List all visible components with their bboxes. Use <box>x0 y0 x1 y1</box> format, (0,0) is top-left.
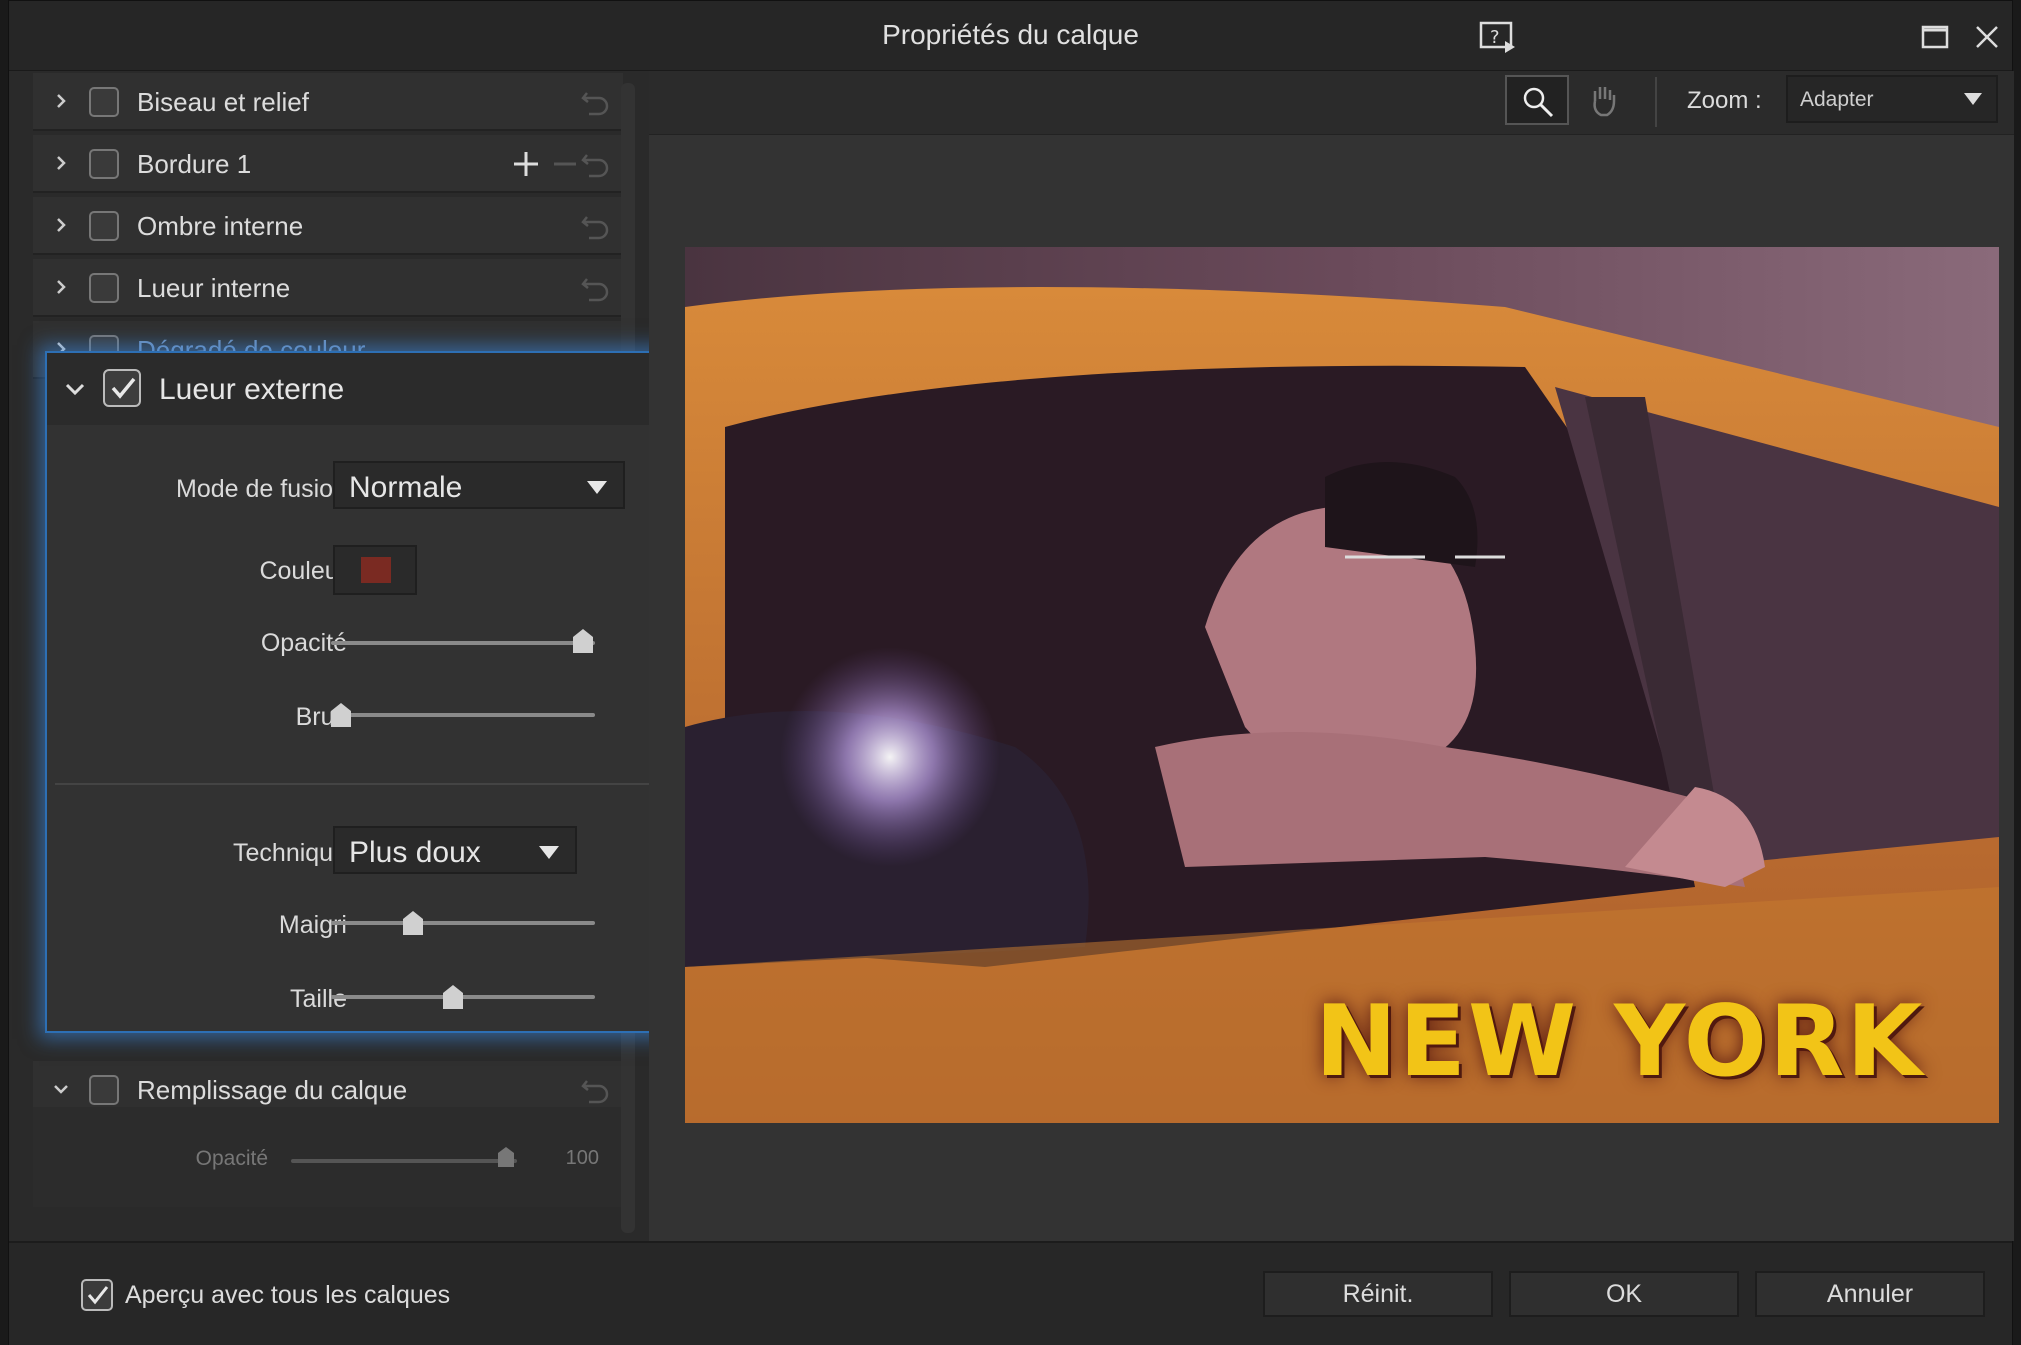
noise-label: Bruit <box>295 703 347 731</box>
effect-label: Remplissage du calque <box>137 1075 408 1105</box>
blend-mode-label: Mode de fusion <box>176 475 347 503</box>
zoom-dropdown[interactable]: Adapter <box>1786 75 1998 123</box>
dropdown-arrow-icon <box>587 481 607 494</box>
chevron-right-icon[interactable] <box>51 153 71 173</box>
effect-label: Biseau et relief <box>137 87 309 117</box>
fill-opacity-value: 100 <box>565 1147 599 1169</box>
dialog-footer: Aperçu avec tous les calques Réinit. OK … <box>9 1241 2012 1345</box>
maximize-icon[interactable] <box>1915 17 1955 57</box>
fill-opacity-slider[interactable] <box>291 1159 517 1163</box>
spread-slider[interactable] <box>331 921 595 925</box>
outer-glow-header[interactable]: Lueur externe <box>47 353 735 425</box>
slider-thumb-icon[interactable] <box>403 911 423 935</box>
effect-checkbox[interactable] <box>89 87 119 117</box>
zoom-tool-button[interactable] <box>1505 75 1569 125</box>
help-icon[interactable]: ? <box>1477 17 1517 57</box>
undo-icon[interactable] <box>579 209 613 243</box>
slider-thumb-icon[interactable] <box>498 1147 514 1167</box>
effect-label: Ombre interne <box>137 211 304 241</box>
fill-opacity-label: Opacité <box>195 1147 268 1170</box>
undo-icon[interactable] <box>579 1073 613 1107</box>
title-bar: Propriétés du calque ? <box>9 1 2012 71</box>
technique-dropdown[interactable]: Plus doux <box>333 826 577 874</box>
spread-label: Maigri <box>278 911 347 939</box>
remove-icon[interactable] <box>551 149 579 179</box>
blend-mode-value: Normale <box>349 471 463 504</box>
opacity-label: Opacité <box>260 629 347 657</box>
undo-icon[interactable] <box>579 271 613 305</box>
chevron-right-icon[interactable] <box>51 215 71 235</box>
checkmark-icon <box>87 1286 109 1305</box>
magnifier-icon <box>1523 87 1554 118</box>
reset-button[interactable]: Réinit. <box>1263 1271 1493 1317</box>
svg-text:?: ? <box>1490 27 1500 48</box>
layer-fill-body: Opacité 100 <box>33 1107 623 1207</box>
effect-label: Lueur interne <box>137 273 291 303</box>
undo-icon[interactable] <box>579 85 613 119</box>
blend-mode-dropdown[interactable]: Normale <box>333 461 625 509</box>
slider-thumb-icon[interactable] <box>443 985 463 1009</box>
technique-value: Plus doux <box>349 836 481 869</box>
image-preview[interactable]: NEW YORK <box>685 247 1999 1123</box>
effect-row-inner-shadow[interactable]: Ombre interne <box>33 197 623 255</box>
hand-icon <box>1593 87 1616 117</box>
outer-glow-checkbox[interactable] <box>103 369 141 407</box>
size-label: Taille <box>290 985 347 1013</box>
dropdown-arrow-icon <box>1964 93 1982 105</box>
layer-properties-dialog: Propriétés du calque ? Biseau et relief … <box>8 0 2014 1345</box>
divider <box>55 783 711 785</box>
close-icon[interactable] <box>1967 17 2007 57</box>
ok-button[interactable]: OK <box>1509 1271 1739 1317</box>
color-label: Couleur <box>259 557 347 585</box>
checkmark-icon <box>111 377 136 399</box>
dialog-title: Propriétés du calque <box>882 19 1139 50</box>
zoom-value: Adapter <box>1800 88 1874 111</box>
effect-checkbox[interactable] <box>89 211 119 241</box>
undo-icon[interactable] <box>579 147 613 181</box>
preview-all-label: Aperçu avec tous les calques <box>125 1281 451 1309</box>
effect-label: Bordure 1 <box>137 149 252 179</box>
preview-all-checkbox[interactable] <box>81 1279 113 1311</box>
color-swatch <box>361 557 391 583</box>
pan-tool-button[interactable] <box>1571 75 1635 125</box>
chevron-right-icon[interactable] <box>51 91 71 111</box>
chevron-down-icon[interactable] <box>63 377 87 401</box>
preview-toolbar: Zoom : Adapter <box>649 71 2014 135</box>
effect-checkbox[interactable] <box>89 149 119 179</box>
cancel-button[interactable]: Annuler <box>1755 1271 1985 1317</box>
preview-panel: Zoom : Adapter NEW YORK <box>649 71 2014 1241</box>
slider-thumb-icon[interactable] <box>573 629 593 653</box>
chevron-down-icon[interactable] <box>51 1079 71 1099</box>
add-icon[interactable] <box>511 149 541 179</box>
dropdown-arrow-icon <box>539 846 559 859</box>
color-swatch-button[interactable] <box>333 545 417 595</box>
effect-row-border[interactable]: Bordure 1 <box>33 135 623 193</box>
outer-glow-title: Lueur externe <box>159 373 345 406</box>
toolbar-divider <box>1655 77 1657 127</box>
technique-label: Technique <box>233 839 347 867</box>
slider-thumb-icon[interactable] <box>331 703 351 727</box>
effect-row-bevel[interactable]: Biseau et relief <box>33 73 623 131</box>
noise-slider[interactable] <box>331 713 595 717</box>
preview-caption: NEW YORK <box>1315 985 1925 1099</box>
effect-checkbox[interactable] <box>89 1075 119 1105</box>
effect-checkbox[interactable] <box>89 273 119 303</box>
zoom-label: Zoom : <box>1687 87 1762 114</box>
effect-row-inner-glow[interactable]: Lueur interne <box>33 259 623 317</box>
outer-glow-panel: Lueur externe Mode de fusion Normale Cou… <box>45 351 737 1033</box>
opacity-slider[interactable] <box>331 641 595 645</box>
size-slider[interactable] <box>331 995 595 999</box>
chevron-right-icon[interactable] <box>51 277 71 297</box>
